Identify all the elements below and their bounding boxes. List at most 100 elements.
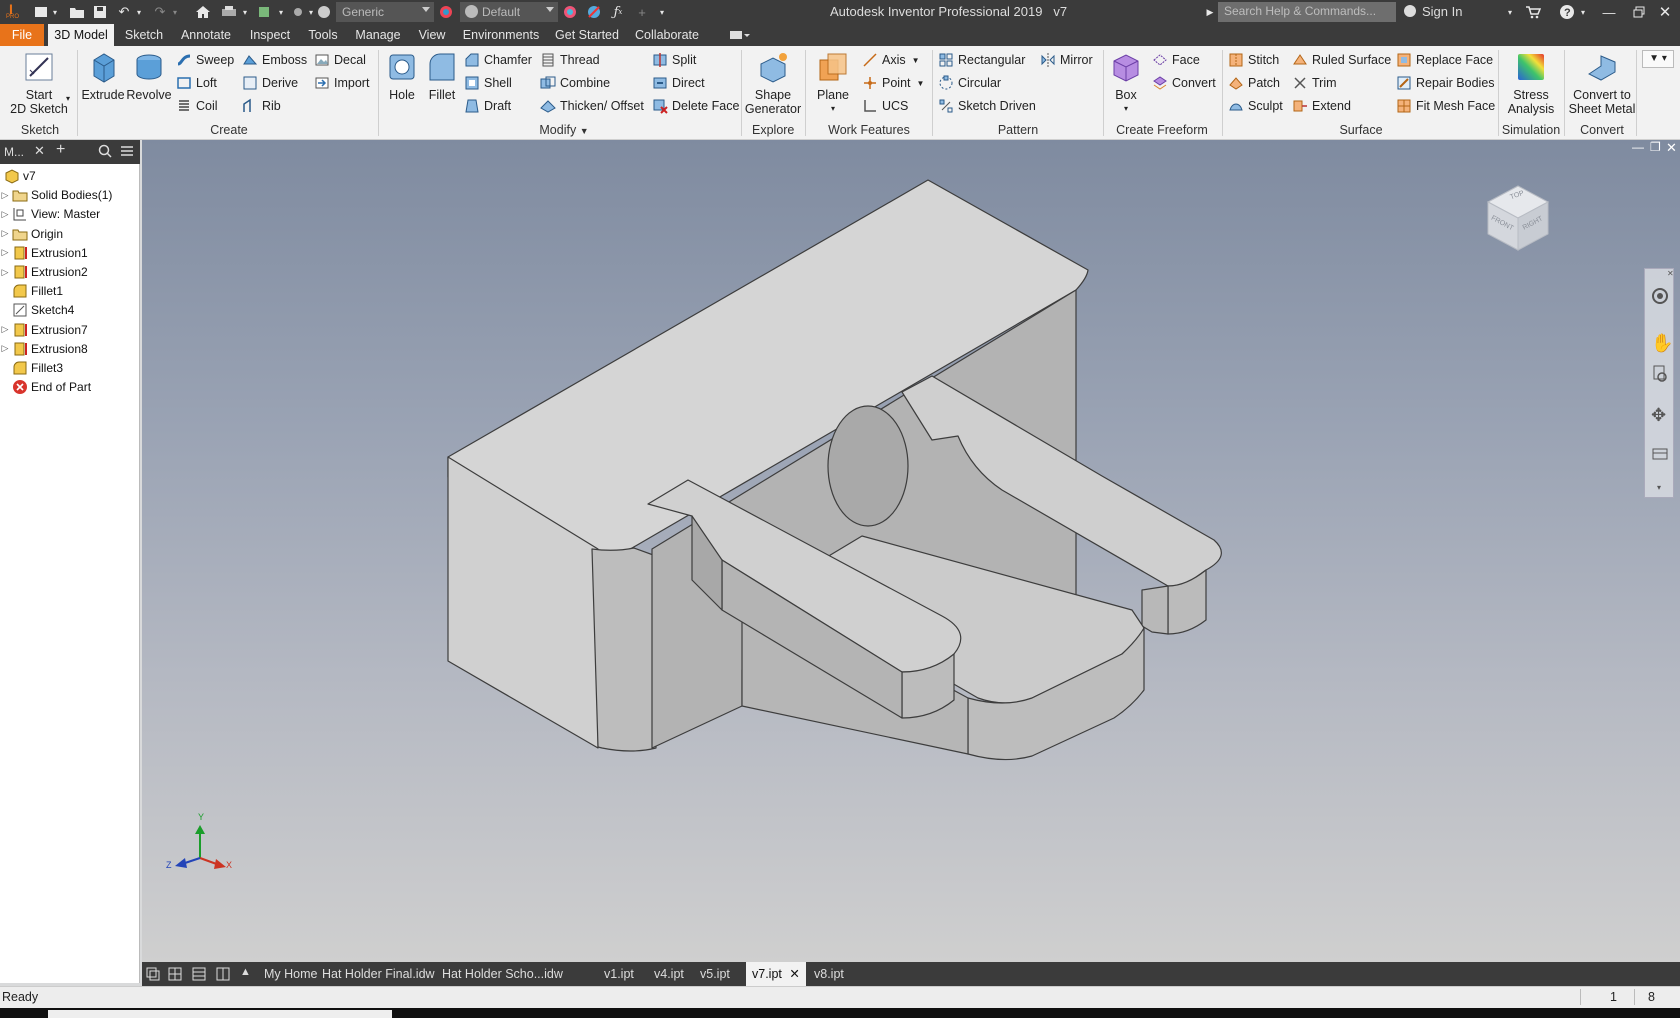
tab-collaborate[interactable]: Collaborate (630, 24, 704, 46)
browser-node-extrusion7[interactable]: ▷ Extrusion7 (0, 320, 88, 340)
tab-view[interactable]: View (414, 24, 450, 46)
select-dropdown-icon[interactable]: ▾ (306, 3, 316, 21)
graphics-window[interactable]: TOP FRONT RIGHT — ❐ ✕ ✕ ✋ ✥ ▾ Y X Z (142, 140, 1680, 962)
split-button[interactable]: Split (652, 52, 696, 68)
mirror-button[interactable]: Mirror (1040, 52, 1093, 68)
expand-arrow-icon[interactable]: ▷ (0, 247, 10, 258)
direct-button[interactable]: Direct (652, 75, 705, 91)
tab-get-started[interactable]: Get Started (552, 24, 622, 46)
patch-button[interactable]: Patch (1228, 75, 1280, 91)
undo-dropdown-icon[interactable]: ▾ (134, 3, 144, 21)
tile-windows-icon[interactable] (168, 967, 182, 984)
repair-bodies-button[interactable]: Repair Bodies (1396, 75, 1495, 91)
browser-node-v7[interactable]: v7 (0, 166, 36, 186)
orbit-icon[interactable]: ✥ (1651, 405, 1666, 426)
thread-button[interactable]: Thread (540, 52, 600, 68)
expand-arrow-icon[interactable]: ▷ (0, 228, 10, 239)
convert-button[interactable]: Convert (1152, 75, 1216, 91)
shape-generator-button[interactable]: Shape Generator (744, 50, 802, 116)
open-icon[interactable] (68, 3, 86, 21)
extrude-button[interactable]: Extrude (80, 50, 126, 102)
stitch-button[interactable]: Stitch (1228, 52, 1279, 68)
combine-button[interactable]: Combine (540, 75, 610, 91)
browser-node-end-of-part[interactable]: End of Part (0, 377, 91, 397)
sign-in-dropdown-icon[interactable]: ▾ (1504, 3, 1516, 21)
sphere-icon[interactable] (316, 3, 332, 21)
coil-button[interactable]: Coil (176, 98, 218, 114)
browser-title[interactable]: M... (4, 145, 24, 159)
circular-button[interactable]: Circular (938, 75, 1001, 91)
browser-node-extrusion8[interactable]: ▷ Extrusion8 (0, 339, 88, 359)
nav-bar-options-icon[interactable]: ▾ (1657, 483, 1661, 492)
browser-node-solid-bodies-1[interactable]: ▷ Solid Bodies(1) (0, 185, 113, 205)
tab-annotate[interactable]: Annotate (176, 24, 236, 46)
expand-arrow-icon[interactable]: ▷ (0, 190, 10, 201)
close-icon[interactable]: ✕ (34, 143, 45, 159)
app-logo[interactable]: I PRO (2, 0, 24, 24)
axis-button[interactable]: Axis ▼ (862, 52, 920, 68)
decal-button[interactable]: Decal (314, 52, 366, 68)
rectangular-button[interactable]: Rectangular (938, 52, 1025, 68)
viewcube[interactable]: TOP FRONT RIGHT (1480, 178, 1556, 254)
update-icon[interactable] (256, 3, 274, 21)
fillet-button[interactable]: Fillet (422, 50, 462, 102)
delete-face-button[interactable]: Delete Face (652, 98, 739, 114)
thicken-offset-button[interactable]: Thicken/ Offset (540, 98, 644, 114)
sculpt-button[interactable]: Sculpt (1228, 98, 1283, 114)
add-icon[interactable]: + (634, 3, 650, 21)
start-2d-sketch-button[interactable]: Start 2D Sketch (6, 50, 72, 116)
browser-node-fillet3[interactable]: Fillet3 (0, 358, 63, 378)
sweep-button[interactable]: Sweep (176, 52, 234, 68)
modify-group-menu[interactable]: Modify ▼ (534, 123, 594, 137)
import-button[interactable]: Import (314, 75, 369, 91)
plane-button[interactable]: Plane ▾ (808, 50, 858, 116)
hat-holder-part[interactable] (447, 179, 1222, 761)
minimize-icon[interactable]: — (1600, 3, 1618, 21)
ruled-surface-button[interactable]: Ruled Surface (1292, 52, 1391, 68)
tab-manage[interactable]: Manage (350, 24, 406, 46)
browser-node-sketch4[interactable]: Sketch4 (0, 300, 74, 320)
viewport-restore-icon[interactable]: ❐ (1650, 140, 1661, 154)
box-dropdown-icon[interactable]: ▾ (1106, 102, 1146, 116)
undo-icon[interactable]: ↶ (116, 3, 132, 21)
rib-button[interactable]: Rib (242, 98, 281, 114)
shell-button[interactable]: Shell (464, 75, 512, 91)
look-at-icon[interactable] (1651, 445, 1669, 466)
doc-tab-hat-holder-scho-idw[interactable]: Hat Holder Scho...idw (442, 962, 563, 986)
select-icon[interactable] (290, 3, 306, 21)
print-dropdown-icon[interactable]: ▾ (240, 3, 250, 21)
nav-bar-close-icon[interactable]: ✕ (1667, 269, 1674, 278)
loft-button[interactable]: Loft (176, 75, 217, 91)
expand-arrow-icon[interactable]: ▷ (0, 324, 10, 335)
clear-appearance-icon[interactable] (586, 3, 602, 21)
extend-button[interactable]: Extend (1292, 98, 1351, 114)
ribbon-display-toggle-icon[interactable] (724, 24, 754, 46)
expand-search-icon[interactable]: ▶ (1204, 3, 1216, 21)
point-button[interactable]: Point ▼ (862, 75, 924, 91)
doc-tab-v4-ipt[interactable]: v4.ipt (654, 962, 684, 986)
expand-arrow-icon[interactable]: ▷ (0, 209, 10, 220)
trim-button[interactable]: Trim (1292, 75, 1337, 91)
browser-node-extrusion1[interactable]: ▷ Extrusion1 (0, 243, 88, 263)
close-icon[interactable]: ✕ (1656, 3, 1674, 21)
plane-dropdown-icon[interactable]: ▾ (808, 102, 858, 116)
ribbon-options-button[interactable]: ▼ ▾ (1642, 50, 1674, 68)
hole-button[interactable]: Hole (382, 50, 422, 102)
save-icon[interactable] (92, 3, 108, 21)
emboss-button[interactable]: Emboss (242, 52, 307, 68)
help-dropdown-icon[interactable]: ▾ (1578, 3, 1588, 21)
doc-tab-v5-ipt[interactable]: v5.ipt (700, 962, 730, 986)
replace-face-button[interactable]: Replace Face (1396, 52, 1493, 68)
revolve-button[interactable]: Revolve (126, 50, 172, 102)
pan-icon[interactable]: ✋ (1651, 333, 1673, 354)
browser-node-view-master[interactable]: ▷ View: Master (0, 204, 101, 224)
sketch-driven-button[interactable]: Sketch Driven (938, 98, 1036, 114)
search-input[interactable]: Search Help & Commands... (1218, 2, 1396, 22)
redo-icon[interactable]: ↷ (152, 3, 168, 21)
chamfer-button[interactable]: Chamfer (464, 52, 532, 68)
tab-tools[interactable]: Tools (304, 24, 342, 46)
cascade-windows-icon[interactable] (146, 967, 160, 984)
home-icon[interactable] (194, 3, 212, 21)
tab-3d-model[interactable]: 3D Model (48, 24, 114, 46)
redo-dropdown-icon[interactable]: ▾ (170, 3, 180, 21)
